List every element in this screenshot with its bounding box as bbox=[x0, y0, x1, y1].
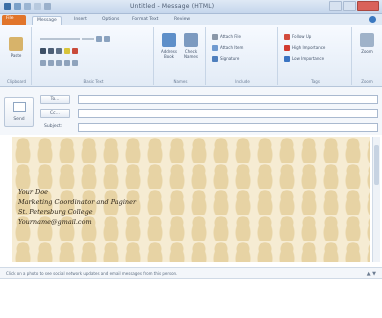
basic-text-group: Basic Text bbox=[34, 27, 154, 85]
address-book-button[interactable]: Address Book bbox=[160, 33, 178, 59]
attach-file-button[interactable]: Attach File bbox=[212, 33, 241, 40]
save-icon[interactable] bbox=[4, 3, 11, 10]
numbering-icon[interactable] bbox=[72, 59, 78, 66]
tab-review[interactable]: Review bbox=[170, 16, 194, 25]
send-button[interactable]: Send bbox=[4, 97, 34, 127]
font-color-icon[interactable] bbox=[72, 47, 78, 54]
follow-up-button[interactable]: Follow Up bbox=[284, 33, 311, 40]
magnifier-icon bbox=[360, 33, 374, 47]
align-right-icon[interactable] bbox=[56, 59, 62, 66]
paperclip-icon bbox=[212, 33, 218, 40]
tab-options[interactable]: Options bbox=[98, 16, 123, 25]
align-left-icon[interactable] bbox=[40, 59, 46, 66]
to-button[interactable]: To... bbox=[40, 95, 70, 104]
paste-button[interactable]: Paste bbox=[7, 37, 25, 58]
check-names-button[interactable]: Check Names bbox=[182, 33, 200, 59]
up-arrow-icon[interactable] bbox=[34, 3, 41, 10]
highlight-icon[interactable] bbox=[64, 47, 70, 54]
envelope-icon bbox=[212, 44, 218, 51]
help-icon[interactable] bbox=[369, 16, 376, 23]
underline-icon[interactable] bbox=[56, 47, 62, 54]
font-size-box[interactable] bbox=[82, 37, 94, 40]
signature-title: Marketing Coordinator and Paginer bbox=[18, 198, 137, 206]
bullets-icon[interactable] bbox=[64, 59, 70, 66]
people-pane-bar: Click on a photo to see social network u… bbox=[0, 267, 382, 279]
high-importance-button[interactable]: High Importance bbox=[284, 44, 325, 51]
address-book-icon bbox=[162, 33, 176, 47]
flag-icon bbox=[284, 33, 290, 40]
names-group: Address Book Check Names Names bbox=[156, 27, 206, 85]
window-title: Untitled - Message (HTML) bbox=[130, 3, 215, 10]
signature-email: Yourname@gmail.com bbox=[18, 218, 92, 226]
shrink-font-icon[interactable] bbox=[104, 35, 110, 42]
cc-field[interactable] bbox=[78, 109, 378, 118]
format-row bbox=[40, 47, 78, 54]
quick-access-toolbar bbox=[4, 3, 51, 10]
people-pane-toggle-icon[interactable]: ▲ ▼ bbox=[367, 271, 376, 277]
tab-message[interactable]: Message bbox=[32, 16, 62, 25]
clipboard-group: Paste Clipboard bbox=[2, 27, 32, 85]
title-bar: Untitled - Message (HTML) bbox=[0, 0, 382, 14]
scrollbar-thumb[interactable] bbox=[374, 145, 379, 185]
attach-item-button[interactable]: Attach Item bbox=[212, 44, 243, 51]
signature-organization: St. Petersburg College bbox=[18, 208, 93, 216]
bold-icon[interactable] bbox=[40, 47, 46, 54]
subject-label: Subject: bbox=[44, 124, 63, 129]
down-arrow-icon bbox=[284, 55, 290, 62]
clipboard-icon bbox=[9, 37, 23, 51]
send-envelope-icon bbox=[13, 102, 26, 112]
close-button[interactable] bbox=[357, 1, 379, 11]
subject-field[interactable] bbox=[78, 123, 378, 132]
signature-icon bbox=[212, 55, 218, 62]
address-area: Send To... Cc... Subject: bbox=[0, 87, 382, 135]
zoom-button[interactable]: Zoom bbox=[358, 33, 376, 54]
tab-insert[interactable]: Insert bbox=[70, 16, 91, 25]
signature-button[interactable]: Signature bbox=[212, 55, 239, 62]
undo-icon[interactable] bbox=[14, 3, 21, 10]
minimize-button[interactable] bbox=[329, 1, 342, 11]
paragraph-row bbox=[40, 59, 78, 66]
font-row bbox=[40, 35, 110, 42]
maximize-button[interactable] bbox=[343, 1, 356, 11]
redo-icon[interactable] bbox=[24, 3, 31, 10]
tags-group: Follow Up High Importance Low Importance… bbox=[280, 27, 352, 85]
down-arrow-icon[interactable] bbox=[44, 3, 51, 10]
tab-format-text[interactable]: Format Text bbox=[128, 16, 162, 25]
lower-blank-area bbox=[0, 279, 382, 318]
teddy-bear-stationery[interactable]: Your Doe Marketing Coordinator and Pagin… bbox=[12, 137, 370, 262]
cc-button[interactable]: Cc... bbox=[40, 109, 70, 118]
vertical-scrollbar[interactable] bbox=[372, 137, 380, 262]
signature-name: Your Doe bbox=[18, 188, 48, 196]
signature-block: Your Doe Marketing Coordinator and Pagin… bbox=[18, 187, 136, 227]
ribbon: Paste Clipboard Basic Text Address Book … bbox=[0, 25, 382, 87]
exclamation-icon bbox=[284, 44, 290, 51]
to-field[interactable] bbox=[78, 95, 378, 104]
ribbon-tabs: File Message Insert Options Format Text … bbox=[0, 14, 382, 25]
tab-file[interactable]: File bbox=[2, 15, 26, 25]
font-name-box[interactable] bbox=[40, 37, 80, 40]
italic-icon[interactable] bbox=[48, 47, 54, 54]
message-body[interactable]: Your Doe Marketing Coordinator and Pagin… bbox=[0, 135, 382, 265]
grow-font-icon[interactable] bbox=[96, 35, 102, 42]
people-pane-text: Click on a photo to see social network u… bbox=[6, 271, 178, 276]
include-group: Attach File Attach Item Signature Includ… bbox=[208, 27, 278, 85]
check-names-icon bbox=[184, 33, 198, 47]
window-controls bbox=[329, 1, 379, 11]
low-importance-button[interactable]: Low Importance bbox=[284, 55, 324, 62]
align-center-icon[interactable] bbox=[48, 59, 54, 66]
zoom-group: Zoom Zoom bbox=[354, 27, 380, 85]
